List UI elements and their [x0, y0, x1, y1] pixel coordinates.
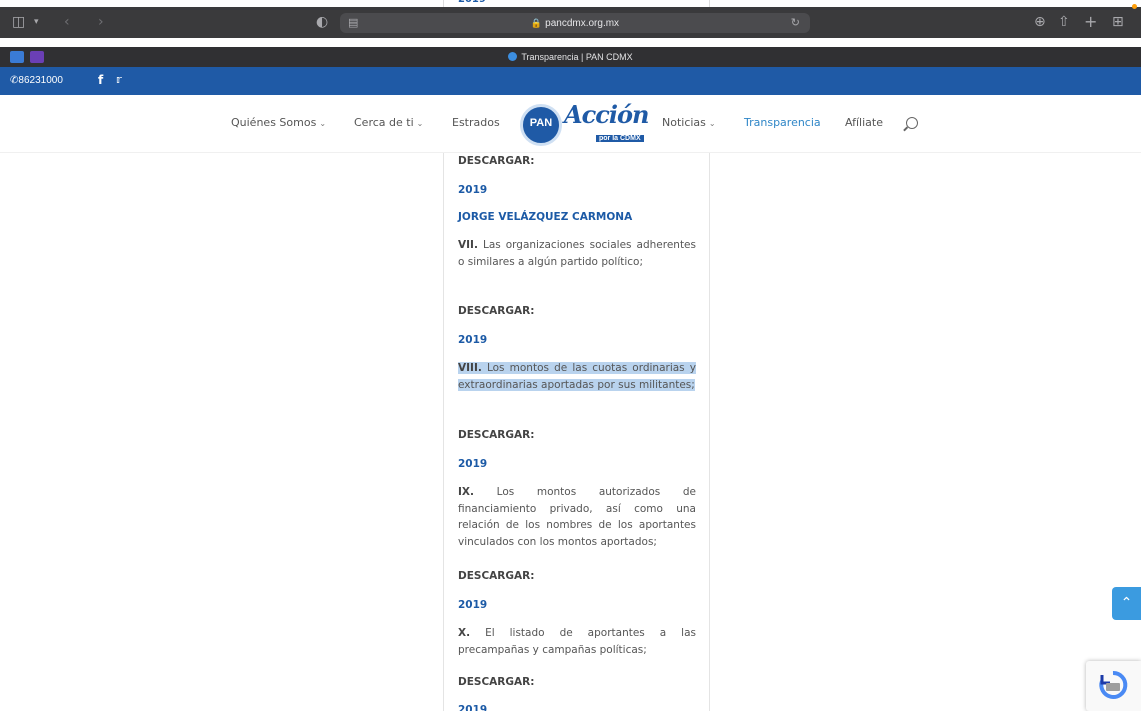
logo-wordmark: Acción — [564, 100, 649, 129]
browser-toolbar: ◫ ▾ ‹ › ◐ ▤ 🔒 pancdmx.org.mx ↻ ⊕ ⇧ + ⊞ — [0, 4, 1141, 38]
site-topbar: ✆86231000 f 𝕣 — [0, 67, 1141, 95]
year-link[interactable]: 2019 — [458, 458, 487, 470]
url-text: pancdmx.org.mx — [545, 18, 620, 29]
nav-noticias[interactable]: Noticias ⌄ — [662, 116, 716, 129]
item-paragraph: X. El listado de aportantes a las precam… — [458, 627, 696, 656]
search-icon[interactable] — [906, 117, 918, 129]
logo-badge-text: PAN — [529, 117, 553, 129]
privacy-shield-icon[interactable]: ◐ — [316, 12, 328, 32]
download-icon[interactable]: ⊕ — [1034, 12, 1046, 32]
item-paragraph: VII. Las organizaciones sociales adheren… — [458, 239, 696, 268]
scroll-peek: 2019 — [443, 0, 710, 7]
active-tab[interactable]: Transparencia | PAN CDMX — [0, 47, 1141, 67]
chevron-down-icon: ⌄ — [708, 119, 716, 128]
nav-quienes-somos[interactable]: Quiénes Somos ⌄ — [231, 116, 326, 129]
notification-dot — [1132, 4, 1137, 9]
item-paragraph-highlighted: VIII. Los montos de las cuotas ordinaria… — [458, 362, 696, 391]
address-bar[interactable]: ▤ 🔒 pancdmx.org.mx ↻ — [340, 13, 810, 33]
reload-icon[interactable]: ↻ — [791, 13, 800, 33]
download-link[interactable]: DESCARGAR: — [458, 305, 534, 317]
peek-year: 2019 — [458, 0, 486, 5]
tab-grid-icon[interactable]: ⊞ — [1112, 12, 1124, 32]
download-link[interactable]: DESCARGAR: — [458, 429, 534, 441]
tab-bar: Transparencia | PAN CDMX — [0, 47, 1141, 67]
phone-link[interactable]: ✆86231000 — [10, 67, 63, 95]
lock-icon: 🔒 — [530, 18, 543, 28]
logo-subtitle: por la CDMX — [596, 135, 644, 142]
back-to-top-button[interactable]: ⌃ — [1112, 587, 1141, 620]
person-link[interactable]: JORGE VELÁZQUEZ CARMONA — [458, 211, 632, 223]
chevron-up-icon: ⌃ — [1120, 595, 1133, 611]
nav-estrados[interactable]: Estrados — [452, 116, 500, 129]
twitter-icon[interactable]: 𝕣 — [116, 67, 122, 93]
item-paragraph: IX. Los montos autorizados de financiami… — [458, 486, 696, 548]
plus-icon[interactable]: + — [1084, 12, 1097, 32]
back-arrow-icon[interactable]: ‹ — [64, 12, 70, 32]
content-column: DESCARGAR: 2019 JORGE VELÁZQUEZ CARMONA … — [443, 153, 710, 711]
recaptcha-icon — [1099, 670, 1128, 699]
download-link[interactable]: DESCARGAR: — [458, 676, 534, 688]
year-link[interactable]: 2019 — [458, 184, 487, 196]
tab-title: Transparencia | PAN CDMX — [521, 52, 633, 62]
nav-transparencia[interactable]: Transparencia — [744, 116, 821, 129]
main-nav: Quiénes Somos ⌄ Cerca de ti ⌄ Estrados PAN… — [0, 95, 1141, 153]
chevron-down-icon[interactable]: ▾ — [34, 12, 39, 32]
download-link[interactable]: DESCARGAR: — [458, 155, 534, 167]
nav-cerca-de-ti[interactable]: Cerca de ti ⌄ — [354, 116, 423, 129]
chevron-down-icon: ⌄ — [416, 119, 424, 128]
site-logo[interactable]: PAN Acción por la CDMX — [520, 100, 649, 148]
favicon-icon — [508, 52, 518, 61]
forward-arrow-icon[interactable]: › — [98, 12, 104, 32]
nav-afiliate[interactable]: Afíliate — [845, 116, 883, 129]
facebook-icon[interactable]: f — [98, 67, 103, 93]
download-link[interactable]: DESCARGAR: — [458, 570, 534, 582]
sidebar-toggle-icon[interactable]: ◫ — [12, 12, 25, 32]
year-link[interactable]: 2019 — [458, 704, 487, 711]
share-icon[interactable]: ⇧ — [1058, 12, 1070, 32]
phone-number: 86231000 — [18, 75, 63, 86]
chevron-down-icon: ⌄ — [319, 119, 327, 128]
year-link[interactable]: 2019 — [458, 599, 487, 611]
year-link[interactable]: 2019 — [458, 334, 487, 346]
recaptcha-badge[interactable] — [1086, 661, 1141, 711]
